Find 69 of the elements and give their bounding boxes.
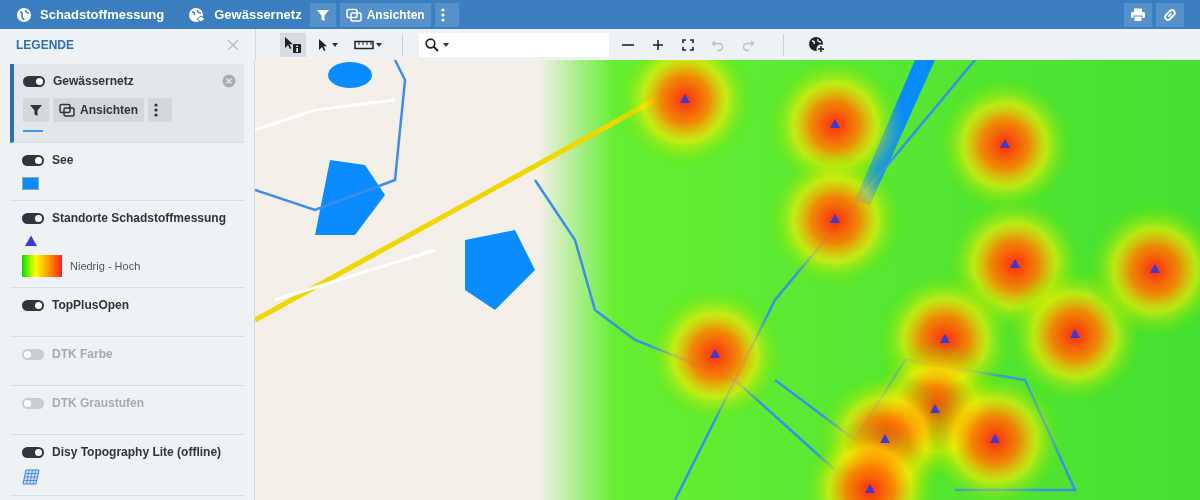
toggle-switch[interactable] <box>23 75 45 87</box>
measurement-marker[interactable] <box>1000 139 1010 148</box>
raster-grid-icon <box>22 469 40 485</box>
windows-icon <box>345 7 362 22</box>
toggle-switch[interactable] <box>22 154 44 166</box>
ruler-icon <box>354 39 374 50</box>
toggle-switch[interactable] <box>22 446 44 458</box>
more-button[interactable] <box>434 2 459 27</box>
globe-icon <box>16 6 32 23</box>
windows-icon <box>59 103 75 117</box>
views-button[interactable]: Ansichten <box>53 98 144 122</box>
measurement-marker[interactable] <box>940 334 950 343</box>
layer-name: Disy Topography Lite (offline) <box>52 444 222 461</box>
measurement-marker[interactable] <box>880 434 890 443</box>
layer-name: DTK Graustufen <box>52 395 144 412</box>
heat-gradient-swatch <box>22 255 62 277</box>
info-pointer-icon <box>284 35 302 54</box>
info-tool-button[interactable] <box>280 32 306 57</box>
toggle-switch[interactable] <box>22 348 44 360</box>
filter-button[interactable] <box>23 98 49 122</box>
legend-title: LEGENDE <box>16 36 74 54</box>
layer-name: Gewässernetz <box>53 73 134 90</box>
caret-icon <box>376 42 382 47</box>
toggle-switch[interactable] <box>22 397 44 409</box>
more-button[interactable] <box>148 98 172 122</box>
measurement-marker[interactable] <box>680 94 690 103</box>
layer-globe-icon <box>188 6 207 23</box>
layer-row[interactable]: TopPlusOpen <box>10 288 244 337</box>
print-button[interactable] <box>1124 2 1152 27</box>
measurement-marker[interactable] <box>990 434 1000 443</box>
more-icon <box>154 103 158 117</box>
more-icon <box>440 7 445 22</box>
measurement-marker[interactable] <box>830 119 840 128</box>
filter-button[interactable] <box>309 2 336 27</box>
layer-title: Gewässernetz <box>214 5 302 24</box>
layer-name: Standorte Schadstoffmessung <box>52 210 227 227</box>
measurement-marker[interactable] <box>830 214 840 223</box>
measurement-marker[interactable] <box>1010 259 1020 268</box>
caret-icon <box>332 42 338 47</box>
layer-row[interactable]: Standorte Schadstoffmessung Niedrig - Hoch <box>10 201 244 288</box>
filter-icon <box>315 7 330 22</box>
measurement-marker[interactable] <box>710 349 720 358</box>
measurement-marker[interactable] <box>1070 329 1080 338</box>
search-field[interactable] <box>419 32 609 57</box>
layer-name: See <box>52 152 74 169</box>
app-title: Schadstoffmessung <box>40 5 165 24</box>
toggle-switch[interactable] <box>22 299 44 311</box>
fullscreen-icon <box>681 37 695 52</box>
layer-name: TopPlusOpen <box>52 297 130 314</box>
printer-icon <box>1130 7 1146 22</box>
toggle-switch[interactable] <box>22 212 44 224</box>
remove-icon <box>222 74 236 88</box>
close-icon <box>227 38 239 51</box>
minus-icon <box>621 43 635 46</box>
measurement-marker[interactable] <box>930 404 940 413</box>
search-icon <box>425 37 439 52</box>
link-button[interactable] <box>1156 2 1184 27</box>
layer-name: DTK Farbe <box>52 346 113 363</box>
layer-row[interactable]: See <box>10 143 244 201</box>
layer-row[interactable]: Disy Topography Lite (offline) <box>10 435 244 496</box>
measurement-marker[interactable] <box>865 484 875 493</box>
link-icon <box>1162 6 1178 23</box>
filter-icon <box>29 103 43 117</box>
measurement-marker[interactable] <box>1150 264 1160 273</box>
add-layer-icon <box>808 35 826 54</box>
gradient-label: Niedrig - Hoch <box>70 258 141 274</box>
caret-icon <box>443 42 449 47</box>
plus-icon <box>651 37 665 52</box>
selected-layer-panel[interactable]: Gewässernetz Ansichten <box>10 64 244 143</box>
